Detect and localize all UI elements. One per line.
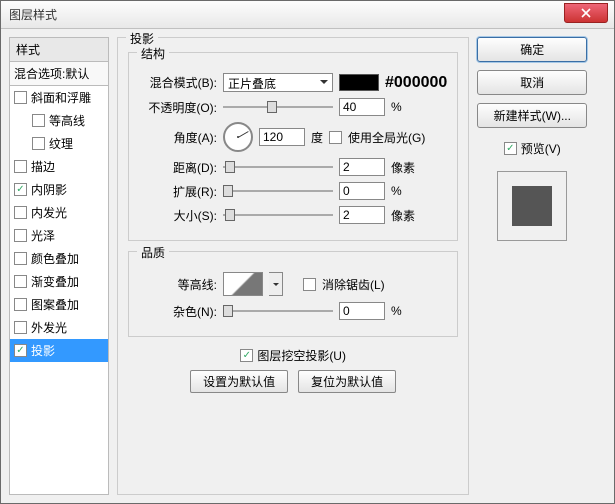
checkbox[interactable] bbox=[14, 183, 27, 196]
settings-panel: 投影 结构 混合模式(B): 正片叠底 #000000 不透明度(O): % bbox=[117, 37, 469, 495]
structure-title: 结构 bbox=[137, 45, 169, 62]
blend-options-header[interactable]: 混合选项:默认 bbox=[9, 62, 109, 86]
preview-swatch bbox=[512, 186, 552, 226]
size-input[interactable] bbox=[339, 206, 385, 224]
structure-group: 结构 混合模式(B): 正片叠底 #000000 不透明度(O): % bbox=[128, 52, 458, 241]
preview-box bbox=[497, 171, 567, 241]
quality-group: 品质 等高线: 消除锯齿(L) 杂色(N): % bbox=[128, 251, 458, 337]
checkbox[interactable] bbox=[14, 252, 27, 265]
opacity-label: 不透明度(O): bbox=[139, 99, 217, 116]
drop-shadow-group: 投影 结构 混合模式(B): 正片叠底 #000000 不透明度(O): % bbox=[117, 37, 469, 495]
opacity-slider[interactable] bbox=[223, 99, 333, 115]
size-label: 大小(S): bbox=[139, 207, 217, 224]
style-texture[interactable]: 纹理 bbox=[10, 132, 108, 155]
opacity-input[interactable] bbox=[339, 98, 385, 116]
checkbox[interactable] bbox=[14, 160, 27, 173]
global-light-label: 使用全局光(G) bbox=[348, 129, 425, 146]
blend-mode-select[interactable]: 正片叠底 bbox=[223, 73, 333, 92]
angle-label: 角度(A): bbox=[139, 129, 217, 146]
layer-style-dialog: 图层样式 样式 混合选项:默认 斜面和浮雕 等高线 纹理 描边 内阴影 内发光 … bbox=[0, 0, 615, 504]
checkbox[interactable] bbox=[14, 321, 27, 334]
checkbox[interactable] bbox=[14, 206, 27, 219]
action-panel: 确定 取消 新建样式(W)... 预览(V) bbox=[477, 37, 587, 495]
distance-label: 距离(D): bbox=[139, 159, 217, 176]
style-outer-glow[interactable]: 外发光 bbox=[10, 316, 108, 339]
styles-panel: 样式 混合选项:默认 斜面和浮雕 等高线 纹理 描边 内阴影 内发光 光泽 颜色… bbox=[9, 37, 109, 495]
style-satin[interactable]: 光泽 bbox=[10, 224, 108, 247]
style-gradient-overlay[interactable]: 渐变叠加 bbox=[10, 270, 108, 293]
style-color-overlay[interactable]: 颜色叠加 bbox=[10, 247, 108, 270]
new-style-button[interactable]: 新建样式(W)... bbox=[477, 103, 587, 128]
contour-dropdown[interactable] bbox=[269, 272, 283, 296]
style-drop-shadow[interactable]: 投影 bbox=[10, 339, 108, 362]
spread-label: 扩展(R): bbox=[139, 183, 217, 200]
checkbox[interactable] bbox=[14, 344, 27, 357]
knockout-label: 图层挖空投影(U) bbox=[257, 347, 346, 364]
styles-list: 斜面和浮雕 等高线 纹理 描边 内阴影 内发光 光泽 颜色叠加 渐变叠加 图案叠… bbox=[9, 86, 109, 495]
window-title: 图层样式 bbox=[9, 6, 57, 23]
checkbox[interactable] bbox=[14, 298, 27, 311]
checkbox[interactable] bbox=[14, 229, 27, 242]
distance-input[interactable] bbox=[339, 158, 385, 176]
style-inner-glow[interactable]: 内发光 bbox=[10, 201, 108, 224]
noise-slider[interactable] bbox=[223, 303, 333, 319]
style-inner-shadow[interactable]: 内阴影 bbox=[10, 178, 108, 201]
cancel-button[interactable]: 取消 bbox=[477, 70, 587, 95]
spread-input[interactable] bbox=[339, 182, 385, 200]
checkbox[interactable] bbox=[14, 91, 27, 104]
style-contour[interactable]: 等高线 bbox=[10, 109, 108, 132]
quality-title: 品质 bbox=[137, 244, 169, 261]
titlebar: 图层样式 bbox=[1, 1, 614, 29]
color-swatch[interactable] bbox=[339, 74, 379, 91]
global-light-checkbox[interactable] bbox=[329, 131, 342, 144]
checkbox[interactable] bbox=[14, 275, 27, 288]
set-default-button[interactable]: 设置为默认值 bbox=[190, 370, 288, 393]
ok-button[interactable]: 确定 bbox=[477, 37, 587, 62]
style-bevel[interactable]: 斜面和浮雕 bbox=[10, 86, 108, 109]
preview-checkbox[interactable] bbox=[504, 142, 517, 155]
size-slider[interactable] bbox=[223, 207, 333, 223]
blend-mode-label: 混合模式(B): bbox=[139, 74, 217, 91]
close-button[interactable] bbox=[564, 3, 608, 23]
angle-input[interactable] bbox=[259, 128, 305, 146]
contour-label: 等高线: bbox=[139, 276, 217, 293]
color-hex: #000000 bbox=[385, 74, 447, 92]
preview-label: 预览(V) bbox=[521, 140, 561, 157]
checkbox[interactable] bbox=[32, 114, 45, 127]
spread-slider[interactable] bbox=[223, 183, 333, 199]
noise-label: 杂色(N): bbox=[139, 303, 217, 320]
distance-slider[interactable] bbox=[223, 159, 333, 175]
reset-default-button[interactable]: 复位为默认值 bbox=[298, 370, 396, 393]
close-icon bbox=[581, 8, 591, 18]
noise-input[interactable] bbox=[339, 302, 385, 320]
knockout-checkbox[interactable] bbox=[240, 349, 253, 362]
angle-dial[interactable] bbox=[223, 122, 253, 152]
style-stroke[interactable]: 描边 bbox=[10, 155, 108, 178]
contour-picker[interactable] bbox=[223, 272, 263, 296]
styles-header[interactable]: 样式 bbox=[9, 37, 109, 62]
antialias-checkbox[interactable] bbox=[303, 278, 316, 291]
style-pattern-overlay[interactable]: 图案叠加 bbox=[10, 293, 108, 316]
checkbox[interactable] bbox=[32, 137, 45, 150]
antialias-label: 消除锯齿(L) bbox=[322, 276, 385, 293]
